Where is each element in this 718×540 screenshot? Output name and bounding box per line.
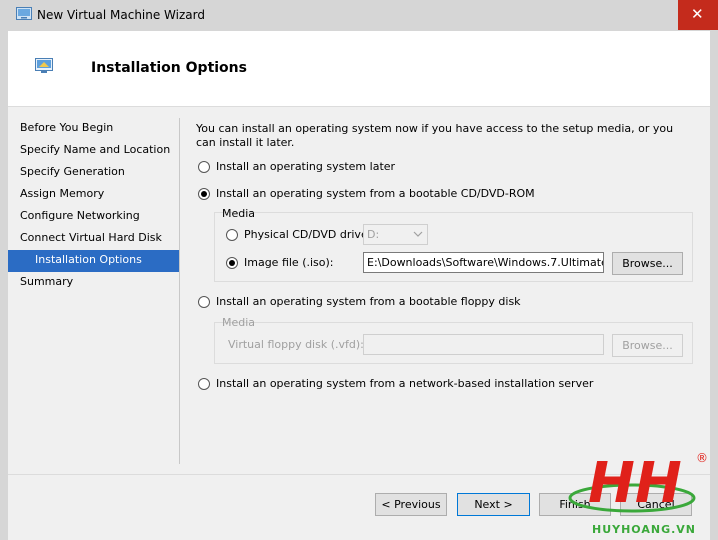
step-installation-options[interactable]: Installation Options xyxy=(8,250,179,272)
step-connect-virtual-hard-disk[interactable]: Connect Virtual Hard Disk xyxy=(8,228,179,250)
vfd-label: Virtual floppy disk (.vfd): xyxy=(228,338,364,351)
brand-text: HUYHOANG.VN xyxy=(592,523,697,536)
physical-drive-label[interactable]: Physical CD/DVD drive: xyxy=(244,228,371,241)
description-text: You can install an operating system now … xyxy=(196,122,674,149)
next-button[interactable]: Next > xyxy=(457,493,530,516)
radio-install-floppy[interactable] xyxy=(198,296,210,308)
virtual-machine-icon xyxy=(16,7,32,20)
window-frame-left xyxy=(0,31,8,540)
option-install-network-label[interactable]: Install an operating system from a netwo… xyxy=(216,377,593,390)
option-install-later-label[interactable]: Install an operating system later xyxy=(216,160,395,173)
step-specify-generation[interactable]: Specify Generation xyxy=(8,162,179,184)
radio-install-cd[interactable] xyxy=(198,188,210,200)
vfd-input[interactable] xyxy=(363,334,604,355)
option-install-cd-label[interactable]: Install an operating system from a boota… xyxy=(216,187,535,200)
radio-physical-drive[interactable] xyxy=(226,229,238,241)
radio-image-file[interactable] xyxy=(226,257,238,269)
logo-text: HH xyxy=(588,451,682,516)
wizard-steps: Before You Begin Specify Name and Locati… xyxy=(8,118,179,294)
window-title: New Virtual Machine Wizard xyxy=(37,8,205,22)
title-bar: New Virtual Machine Wizard ✕ xyxy=(0,0,718,31)
registered-mark: ® xyxy=(696,451,708,465)
browse-iso-button[interactable]: Browse... xyxy=(612,252,683,275)
radio-install-network[interactable] xyxy=(198,378,210,390)
physical-drive-value: D: xyxy=(367,228,380,241)
image-file-input[interactable]: E:\Downloads\Software\Windows.7.Ultimate… xyxy=(363,252,604,273)
huyhoang-logo-icon: HH ® xyxy=(568,451,708,516)
browse-vfd-button[interactable]: Browse... xyxy=(612,334,683,357)
virtual-machine-icon xyxy=(35,58,53,73)
page-title: Installation Options xyxy=(91,60,247,76)
step-before-you-begin[interactable]: Before You Begin xyxy=(8,118,179,140)
step-assign-memory[interactable]: Assign Memory xyxy=(8,184,179,206)
close-icon: ✕ xyxy=(691,5,704,23)
physical-drive-select[interactable]: D: xyxy=(363,224,428,245)
image-file-label[interactable]: Image file (.iso): xyxy=(244,256,334,269)
step-configure-networking[interactable]: Configure Networking xyxy=(8,206,179,228)
previous-button[interactable]: < Previous xyxy=(375,493,447,516)
wizard-header: Installation Options xyxy=(8,31,710,107)
floppy-media-group-label: Media xyxy=(222,316,256,329)
option-install-floppy-label[interactable]: Install an operating system from a boota… xyxy=(216,295,521,308)
close-button[interactable]: ✕ xyxy=(678,0,718,30)
nav-divider xyxy=(179,118,180,464)
chevron-down-icon xyxy=(413,231,423,237)
watermark-logo: HH ® HUYHOANG.VN xyxy=(566,446,718,540)
step-summary[interactable]: Summary xyxy=(8,272,179,294)
step-specify-name-location[interactable]: Specify Name and Location xyxy=(8,140,179,162)
radio-install-later[interactable] xyxy=(198,161,210,173)
cd-media-group-label: Media xyxy=(222,207,256,220)
